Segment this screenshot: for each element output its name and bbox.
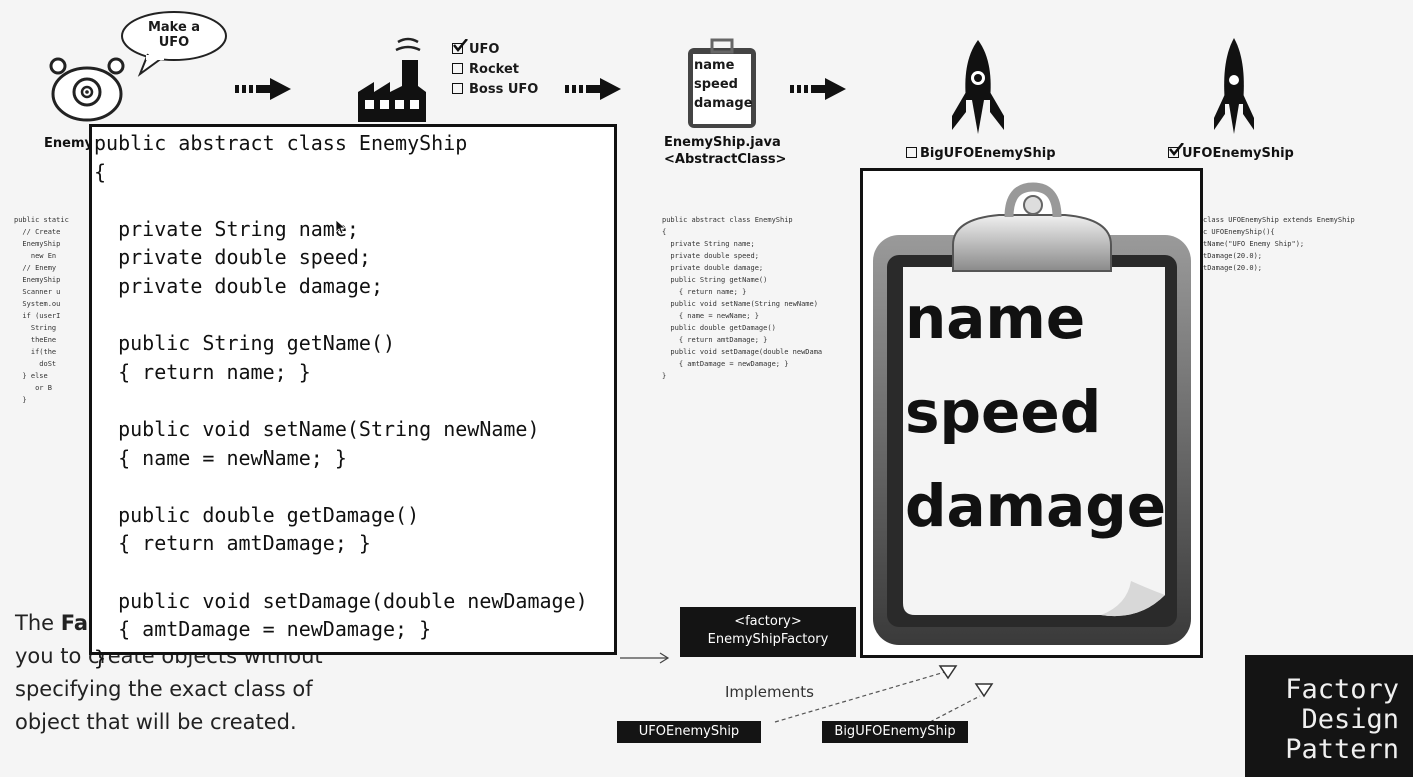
code-line: private double speed; bbox=[662, 252, 759, 260]
clipboard-zoom-popup: name speed damage bbox=[860, 168, 1203, 658]
empty-checkbox-icon bbox=[452, 63, 463, 74]
checked-checkbox-icon bbox=[1168, 143, 1184, 158]
ufo-rocket-icon bbox=[1214, 38, 1254, 134]
abstract-class-title: EnemyShip.java bbox=[664, 135, 781, 150]
code-line: } else bbox=[14, 372, 48, 380]
code-line: } bbox=[662, 372, 667, 380]
code-line: { amtDamage = newDamage; } bbox=[662, 360, 789, 368]
code-line: Scanner u bbox=[14, 288, 61, 296]
clipboard-large-line-2: speed bbox=[905, 378, 1102, 446]
code-line: or B bbox=[14, 384, 52, 392]
code-line: if(the bbox=[14, 348, 57, 356]
implements-label: Implements bbox=[725, 683, 814, 701]
code-line: private String name; bbox=[662, 240, 755, 248]
code-line: { return amtDamage; } bbox=[662, 336, 768, 344]
code-line: System.ou bbox=[14, 300, 61, 308]
big-ufo-class-box: BigUFOEnemyShip bbox=[822, 721, 968, 743]
factory-option-ufo: UFO bbox=[452, 39, 538, 60]
corner-title-badge: Factory Design Pattern bbox=[1245, 655, 1413, 777]
clipboard-small-line-3: damage bbox=[694, 96, 753, 111]
description-line-3: specifying the exact class of bbox=[15, 677, 313, 701]
description-line-4: object that will be created. bbox=[15, 710, 297, 734]
code-line: theEne bbox=[14, 336, 57, 344]
abstract-class-subtitle: <AbstractClass> bbox=[664, 152, 787, 167]
corner-title-line-1: Factory bbox=[1285, 674, 1399, 705]
factory-option-ufo-label: UFO bbox=[469, 42, 500, 57]
code-line: tDamage(20.0); bbox=[1203, 264, 1263, 272]
code-line: // Enemy bbox=[14, 264, 57, 272]
factory-option-boss-ufo-label: Boss UFO bbox=[469, 82, 539, 97]
code-line: public void setName(String newName) bbox=[662, 300, 818, 308]
code-line: EnemyShip bbox=[14, 240, 61, 248]
code-line: { return name; } bbox=[662, 288, 747, 296]
factory-icon bbox=[358, 37, 426, 122]
code-line: { bbox=[662, 228, 667, 236]
code-line: doSt bbox=[14, 360, 57, 368]
factory-option-rocket-label: Rocket bbox=[469, 62, 519, 77]
code-line: public void setDamage(double newDama bbox=[662, 348, 823, 356]
code-line: public static bbox=[14, 216, 69, 224]
empty-checkbox-icon bbox=[906, 147, 917, 158]
checked-checkbox-icon bbox=[452, 39, 468, 54]
code-line: c UFOEnemyShip(){ bbox=[1203, 228, 1275, 236]
corner-title-line-2: Design bbox=[1301, 704, 1399, 735]
code-line: } bbox=[14, 396, 27, 404]
factory-class-box: <factory> EnemyShipFactory bbox=[680, 607, 856, 657]
factory-option-rocket: Rocket bbox=[452, 60, 538, 80]
flow-arrow-3 bbox=[790, 78, 846, 100]
speech-bubble-line-2: UFO bbox=[158, 35, 190, 50]
code-line: public abstract class EnemyShip bbox=[662, 216, 793, 224]
abstract-class-code-snippet: public abstract class EnemyShip { private… bbox=[662, 190, 858, 394]
mouse-cursor-icon bbox=[335, 219, 347, 235]
flow-arrow-1 bbox=[235, 78, 291, 100]
flow-arrow-2 bbox=[565, 78, 621, 100]
description-prefix: The bbox=[15, 611, 61, 635]
ufo-label: UFOEnemyShip bbox=[1182, 146, 1294, 161]
client-label: Enemy bbox=[44, 136, 93, 151]
monster-client-icon bbox=[49, 57, 125, 122]
code-line: // Create bbox=[14, 228, 61, 236]
description-bold: Fa bbox=[60, 611, 89, 635]
big-ufo-option: BigUFOEnemyShip bbox=[906, 146, 1056, 161]
code-line: private double damage; bbox=[662, 264, 764, 272]
code-line: class UFOEnemyShip extends EnemyShip bbox=[1203, 216, 1355, 224]
code-line: { name = newName; } bbox=[662, 312, 759, 320]
code-line: if (userI bbox=[14, 312, 61, 320]
clipboard-small-line-2: speed bbox=[694, 77, 738, 92]
clipboard-large-line-1: name bbox=[905, 284, 1086, 352]
code-line: String bbox=[14, 324, 57, 332]
code-line: tName("UFO Enemy Ship"); bbox=[1203, 240, 1305, 248]
client-code-snippet: public static // Create EnemyShip new En… bbox=[14, 190, 69, 418]
empty-checkbox-icon bbox=[452, 83, 463, 94]
ufo-class-code-snippet: class UFOEnemyShip extends EnemyShip c UF… bbox=[1203, 190, 1408, 286]
code-line: public double getDamage() bbox=[662, 324, 776, 332]
code-line: tDamage(20.0); bbox=[1203, 252, 1263, 260]
code-zoom-popup: public abstract class EnemyShip { privat… bbox=[89, 124, 617, 670]
corner-title-line-3: Pattern bbox=[1285, 734, 1399, 765]
clipboard-small-line-1: name bbox=[694, 58, 735, 73]
clipboard-large-line-3: damage bbox=[905, 472, 1167, 540]
ufo-option: UFOEnemyShip bbox=[1168, 143, 1294, 161]
factory-option-boss-ufo: Boss UFO bbox=[452, 80, 538, 100]
clipboard-large-text: name speed damage bbox=[905, 271, 1166, 553]
code-line: EnemyShip bbox=[14, 276, 61, 284]
big-ufo-ship-icon bbox=[952, 40, 1004, 134]
ufo-class-box: UFOEnemyShip bbox=[617, 721, 761, 743]
big-ufo-label: BigUFOEnemyShip bbox=[920, 146, 1056, 161]
code-popup-text: public abstract class EnemyShip { privat… bbox=[94, 131, 588, 670]
speech-bubble-line-1: Make a bbox=[147, 20, 201, 35]
code-line: public String getName() bbox=[662, 276, 768, 284]
factory-stereotype: <factory> bbox=[734, 614, 802, 629]
code-line: new En bbox=[14, 252, 57, 260]
factory-class-name: EnemyShipFactory bbox=[707, 632, 829, 647]
